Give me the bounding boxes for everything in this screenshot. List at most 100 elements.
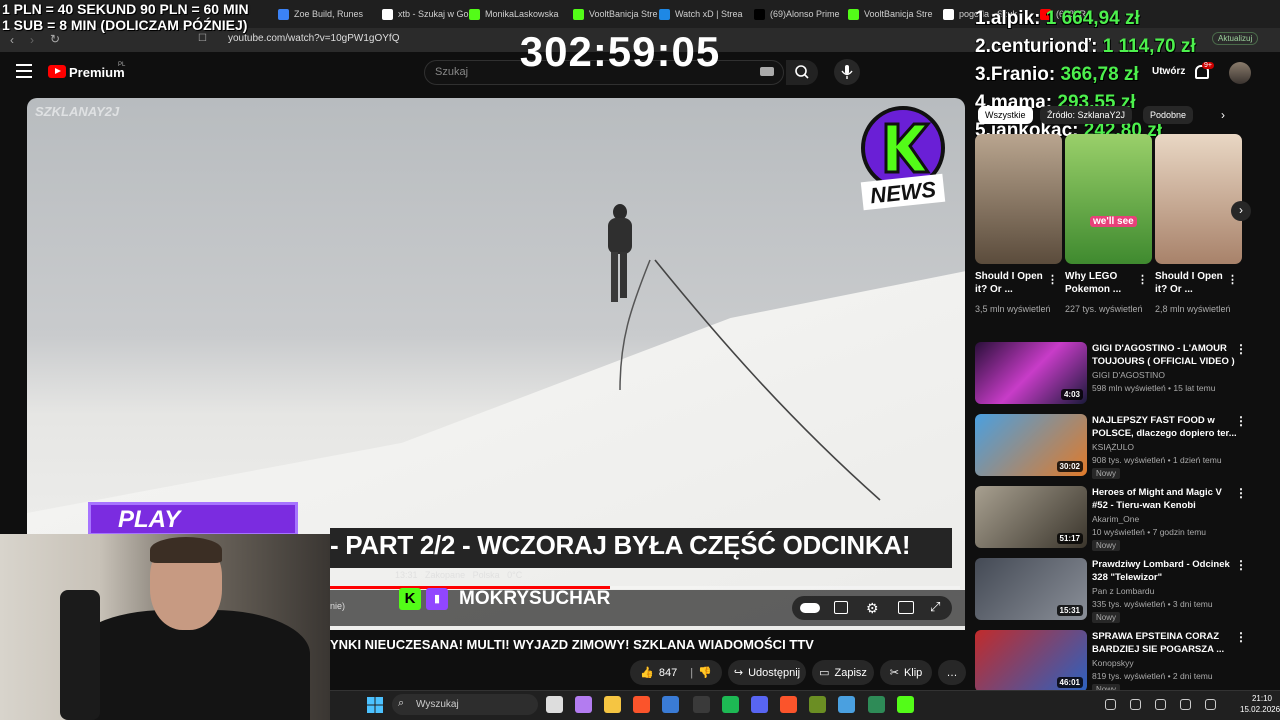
brave-icon[interactable] <box>633 696 650 713</box>
keyboard-icon[interactable] <box>760 67 774 76</box>
recommendation-thumbnail[interactable]: 15:31 <box>975 558 1087 620</box>
share-button[interactable]: ↪ Udostępnij <box>728 660 806 685</box>
filter-chip[interactable]: Wszystkie <box>978 106 1033 124</box>
recommendation-item[interactable]: 46:01 SPRAWA EPSTEINA CORAZ BARDZIEJ SIE … <box>975 630 1275 698</box>
search-button[interactable] <box>786 60 818 85</box>
forward-icon[interactable]: › <box>30 33 34 47</box>
recommendation-title[interactable]: Heroes of Might and Magic V #52 - Tieru-… <box>1092 486 1237 512</box>
spotify-icon[interactable] <box>722 696 739 713</box>
miniplayer-icon[interactable] <box>898 601 914 614</box>
recommendation-more-icon[interactable]: ⋮ <box>1235 486 1247 500</box>
search-input[interactable]: Szukaj <box>435 66 468 78</box>
subtitles-icon[interactable] <box>834 601 848 614</box>
short-thumbnail[interactable] <box>1155 134 1242 264</box>
taskbar-search-input[interactable]: Wyszukaj <box>416 699 459 710</box>
youtube-logo-icon[interactable] <box>48 65 66 78</box>
browser-tab[interactable]: Zoe Build, Runes <box>278 4 368 24</box>
microphone-tray-icon[interactable] <box>1155 699 1166 710</box>
like-icon[interactable]: 👍 <box>640 666 654 679</box>
bookmark-icon[interactable]: ☐ <box>198 33 207 44</box>
browser-tab[interactable]: (69)Alonso Prime <box>754 4 844 24</box>
url-text[interactable]: youtube.com/watch?v=10gPW1gOYfQ <box>228 33 399 44</box>
minecraft-icon[interactable] <box>809 696 826 713</box>
region-label: PL <box>118 62 126 68</box>
brave-browser-icon[interactable] <box>780 696 797 713</box>
recommendation-more-icon[interactable]: ⋮ <box>1235 414 1247 428</box>
recommendation-thumbnail[interactable]: 30:02 <box>975 414 1087 476</box>
short-title[interactable]: Why LEGO Pokemon ... <box>1065 270 1137 296</box>
recommendation-channel[interactable]: Konopskyy <box>1092 658 1134 668</box>
short-more-icon[interactable]: ⋮ <box>1227 273 1238 286</box>
browser-tab[interactable]: MonikaLaskowska <box>469 4 559 24</box>
menu-icon[interactable] <box>16 64 32 78</box>
volume-icon[interactable] <box>1180 699 1191 710</box>
settings-icon[interactable]: ⚙ <box>866 600 879 617</box>
browser-tab[interactable]: VooltBanicja Stre <box>573 4 663 24</box>
recommendation-title[interactable]: Prawdziwy Lombard - Odcinek 328 "Telewiz… <box>1092 558 1237 584</box>
notepad-icon[interactable] <box>838 696 855 713</box>
file-explorer-icon[interactable] <box>604 696 621 713</box>
network-icon[interactable] <box>1130 699 1141 710</box>
recommendation-channel[interactable]: GIGI D'AGOSTINO <box>1092 370 1165 380</box>
update-button[interactable]: Aktualizuj <box>1212 32 1259 45</box>
avatar[interactable] <box>1229 62 1251 84</box>
clip-button[interactable]: ✂ Klip <box>880 660 932 685</box>
recommendation-title[interactable]: GIGI D'AGOSTINO - L'AMOUR TOUJOURS ( OFF… <box>1092 342 1237 368</box>
dislike-icon[interactable]: 👎 <box>698 666 712 679</box>
short-more-icon[interactable]: ⋮ <box>1047 273 1058 286</box>
stack-app-icon[interactable] <box>868 696 885 713</box>
create-button[interactable]: Utwórz <box>1152 66 1185 77</box>
short-thumbnail[interactable] <box>975 134 1062 264</box>
reload-icon[interactable]: ↻ <box>50 32 60 46</box>
voice-search-button[interactable] <box>834 59 860 85</box>
recommendation-more-icon[interactable]: ⋮ <box>1235 630 1247 644</box>
youtube-premium-label[interactable]: Premium <box>69 65 125 80</box>
more-actions-button[interactable]: … <box>938 660 966 685</box>
recommendation-thumbnail[interactable]: 4:03 <box>975 342 1087 404</box>
back-icon[interactable]: ‹ <box>10 33 14 47</box>
tab-label: VooltBanicja Stre <box>864 9 933 19</box>
task-view-icon[interactable] <box>546 696 563 713</box>
short-title[interactable]: Should I Open it? Or ... <box>975 270 1047 296</box>
recommendation-item[interactable]: 30:02 NAJLEPSZY FAST FOOD w POLSCE, dlacz… <box>975 414 1275 482</box>
video-watermark: SZKLANAY2J <box>35 104 120 119</box>
recommendation-thumbnail[interactable]: 46:01 <box>975 630 1087 692</box>
windows-start-icon[interactable] <box>367 697 383 713</box>
filter-chip[interactable]: Podobne <box>1143 106 1194 124</box>
fullscreen-icon[interactable]: ⤢ <box>930 599 940 615</box>
chips-next-icon[interactable]: › <box>1221 108 1225 122</box>
browser-tab[interactable]: Watch xD | Strea <box>659 4 749 24</box>
recommendation-item[interactable]: 51:17 Heroes of Might and Magic V #52 - T… <box>975 486 1275 554</box>
recommendation-channel[interactable]: KSIĄŻULO <box>1092 442 1134 452</box>
shorts-next-icon[interactable]: › <box>1231 201 1251 221</box>
recommendation-title[interactable]: SPRAWA EPSTEINA CORAZ BARDZIEJ SIE POGAR… <box>1092 630 1237 656</box>
copilot-icon[interactable] <box>575 696 592 713</box>
obs-icon[interactable] <box>693 696 710 713</box>
recommendation-item[interactable]: 15:31 Prawdziwy Lombard - Odcinek 328 "Te… <box>975 558 1275 626</box>
autoplay-toggle[interactable] <box>800 603 820 613</box>
short-title[interactable]: Should I Open it? Or ... <box>1155 270 1227 296</box>
short-thumbnail[interactable] <box>1065 134 1152 264</box>
recommendation-thumbnail[interactable]: 51:17 <box>975 486 1087 548</box>
taskbar-clock[interactable]: 21:10 15.02.2026 <box>1240 693 1280 715</box>
recommendation-title[interactable]: NAJLEPSZY FAST FOOD w POLSCE, dlaczego d… <box>1092 414 1237 440</box>
browser-tab[interactable]: VooltBanicja Stre <box>848 4 938 24</box>
leaderboard-row: 1.alpik: 1 664,94 zł <box>975 8 1140 30</box>
recommendation-more-icon[interactable]: ⋮ <box>1235 342 1247 356</box>
short-more-icon[interactable]: ⋮ <box>1137 273 1148 286</box>
browser-tab[interactable]: xtb - Szukaj w Go <box>382 4 472 24</box>
recommendation-channel[interactable]: Pan z Lombardu <box>1092 586 1154 596</box>
recommendation-channel[interactable]: Akarim_One <box>1092 514 1139 524</box>
taskbar-search[interactable] <box>392 694 538 715</box>
game-icon[interactable] <box>897 696 914 713</box>
like-count[interactable]: 847 <box>659 667 677 679</box>
discord-icon[interactable] <box>751 696 768 713</box>
wifi-icon[interactable] <box>1205 699 1216 710</box>
filter-chip[interactable]: Źródło: SzklanaY2J <box>1040 106 1133 124</box>
chevron-up-icon[interactable] <box>1105 699 1116 710</box>
calculator-icon[interactable] <box>662 696 679 713</box>
save-button[interactable]: ▭ Zapisz <box>812 660 874 685</box>
recommendation-more-icon[interactable]: ⋮ <box>1235 558 1247 572</box>
chapter-label[interactable]: nie) <box>330 601 345 611</box>
recommendation-item[interactable]: 4:03 GIGI D'AGOSTINO - L'AMOUR TOUJOURS (… <box>975 342 1275 410</box>
